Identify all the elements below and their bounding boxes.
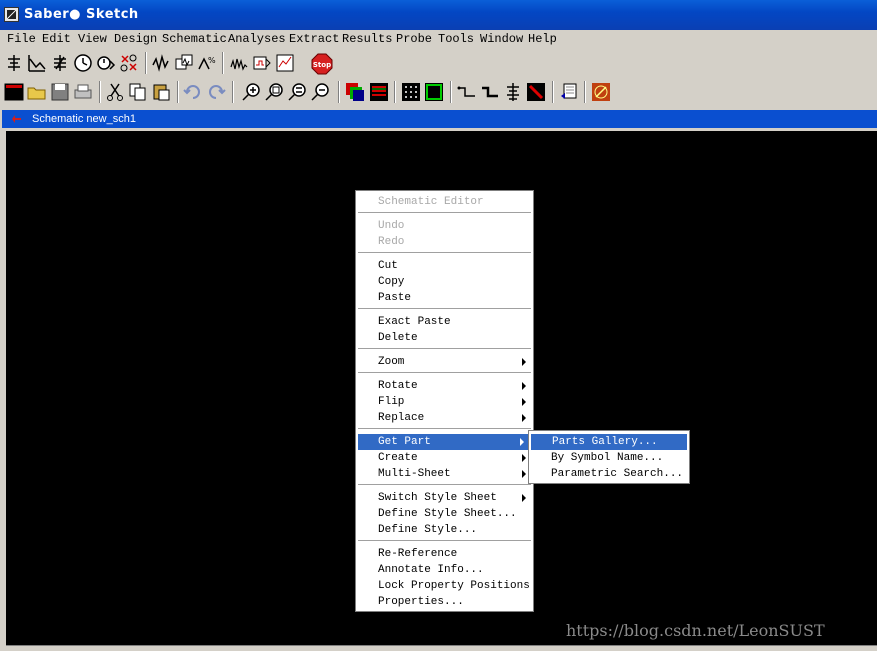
bus-icon[interactable] [479, 80, 501, 104]
stress-analysis-icon[interactable] [274, 51, 296, 75]
analysis-toolbar: % Stop [0, 50, 877, 77]
watermark-text: https://blog.csdn.net/LeonSUST [566, 621, 825, 640]
submenu-arrow-icon [522, 414, 526, 422]
copy-icon[interactable] [127, 80, 149, 104]
menu-item-define-style-sheet[interactable]: Define Style Sheet... [356, 506, 533, 522]
border-icon[interactable] [423, 80, 445, 104]
menu-item-re-reference[interactable]: Re-Reference [356, 546, 533, 562]
stop-icon[interactable]: Stop [310, 51, 333, 75]
menu-help[interactable]: Help [528, 32, 557, 46]
dc-operating-point-icon[interactable] [3, 51, 25, 75]
menu-tools[interactable]: Tools [438, 32, 474, 46]
submenu-arrow-icon [522, 470, 526, 478]
menu-item-undo[interactable]: Undo [356, 218, 533, 234]
paste-icon[interactable] [150, 80, 172, 104]
compass-icon[interactable] [590, 80, 612, 104]
menu-item-replace[interactable]: Replace [356, 410, 533, 426]
menu-file[interactable]: File [7, 32, 36, 46]
zoom-area-icon[interactable] [263, 80, 285, 104]
submenu-arrow-icon [522, 358, 526, 366]
menu-item-cut[interactable]: Cut [356, 258, 533, 274]
wire-icon[interactable] [456, 80, 478, 104]
print-icon[interactable] [72, 80, 94, 104]
zoom-in-icon[interactable] [240, 80, 262, 104]
menu-item-copy[interactable]: Copy [356, 274, 533, 290]
menu-item-lock-property-positions[interactable]: Lock Property Positions [356, 578, 533, 594]
app-title-bar[interactable]: Saber● Sketch [0, 0, 877, 30]
menu-item-multi-sheet[interactable]: Multi-Sheet [356, 466, 533, 482]
menu-item-properties[interactable]: Properties... [356, 594, 533, 610]
netlist-icon[interactable] [558, 80, 580, 104]
window-title: Saber● Sketch [24, 7, 139, 22]
menu-item-rotate[interactable]: Rotate [356, 378, 533, 394]
ac-analysis-icon[interactable] [150, 51, 172, 75]
schematic-window-title: Schematic new_sch1 [32, 113, 136, 125]
menu-bar: File Edit View Design Schematic Analyses… [0, 30, 877, 49]
horizontal-scrollbar[interactable] [6, 645, 877, 651]
menu-item-zoom[interactable]: Zoom [356, 354, 533, 370]
submenu-arrow-icon [522, 454, 526, 462]
submenu-arrow-icon [522, 382, 526, 390]
context-menu: Schematic Editor Undo Redo Cut Copy Past… [355, 190, 534, 612]
menu-item-delete[interactable]: Delete [356, 330, 533, 346]
menu-item-redo[interactable]: Redo [356, 234, 533, 250]
probe-icon[interactable] [525, 80, 547, 104]
monte-carlo-icon[interactable] [118, 51, 140, 75]
menu-item-paste[interactable]: Paste [356, 290, 533, 306]
ac-sweep-icon[interactable] [173, 51, 195, 75]
hierarchy-icon[interactable] [344, 80, 366, 104]
menu-item-get-part[interactable]: Get Part [358, 434, 531, 450]
fourier-icon[interactable] [251, 51, 273, 75]
menu-probe[interactable]: Probe [396, 32, 432, 46]
submenu-item-parametric-search[interactable]: Parametric Search... [529, 466, 689, 482]
svg-text:%: % [208, 56, 216, 65]
menu-item-create[interactable]: Create [356, 450, 533, 466]
menu-schematic[interactable]: Schematic [162, 32, 227, 46]
submenu-arrow-icon [522, 398, 526, 406]
redo-icon[interactable] [205, 80, 227, 104]
menu-header: Schematic Editor [378, 196, 484, 208]
menu-analyses[interactable]: Analyses [228, 32, 286, 46]
menu-item-annotate-info[interactable]: Annotate Info... [356, 562, 533, 578]
grid-icon[interactable] [400, 80, 422, 104]
sheet-list-icon[interactable] [368, 80, 390, 104]
menu-item-define-style[interactable]: Define Style... [356, 522, 533, 538]
svg-text:Stop: Stop [313, 61, 331, 69]
sensitivity-icon[interactable]: % [196, 51, 218, 75]
menu-results[interactable]: Results [342, 32, 392, 46]
transient-icon[interactable] [49, 51, 71, 75]
menu-design[interactable]: Design [114, 32, 157, 46]
menu-view[interactable]: View [78, 32, 107, 46]
cut-icon[interactable] [104, 80, 126, 104]
zoom-out-icon[interactable] [309, 80, 331, 104]
menu-edit[interactable]: Edit [42, 32, 71, 46]
zoom-fit-icon[interactable] [286, 80, 308, 104]
schematic-window-icon [7, 115, 21, 123]
dc-transfer-icon[interactable] [26, 51, 48, 75]
connector-icon[interactable] [502, 80, 524, 104]
menu-window[interactable]: Window [480, 32, 523, 46]
menu-item-exact-paste[interactable]: Exact Paste [356, 314, 533, 330]
get-part-submenu: Parts Gallery... By Symbol Name... Param… [528, 430, 690, 484]
submenu-arrow-icon [520, 438, 524, 446]
open-folder-icon[interactable] [26, 80, 48, 104]
menu-item-flip[interactable]: Flip [356, 394, 533, 410]
schematic-window-title-bar[interactable]: Schematic new_sch1 [2, 110, 877, 128]
time-sweep-icon[interactable] [95, 51, 117, 75]
clock-icon[interactable] [72, 51, 94, 75]
submenu-item-parts-gallery[interactable]: Parts Gallery... [531, 434, 687, 450]
menu-extract[interactable]: Extract [289, 32, 339, 46]
menu-item-switch-style-sheet[interactable]: Switch Style Sheet [356, 490, 533, 506]
submenu-arrow-icon [522, 494, 526, 502]
noise-analysis-icon[interactable] [228, 51, 250, 75]
save-icon[interactable] [49, 80, 71, 104]
new-schematic-icon[interactable] [3, 80, 25, 104]
undo-icon[interactable] [182, 80, 204, 104]
edit-toolbar [0, 79, 877, 106]
saber-app-icon [4, 7, 19, 22]
submenu-item-by-symbol-name[interactable]: By Symbol Name... [529, 450, 689, 466]
